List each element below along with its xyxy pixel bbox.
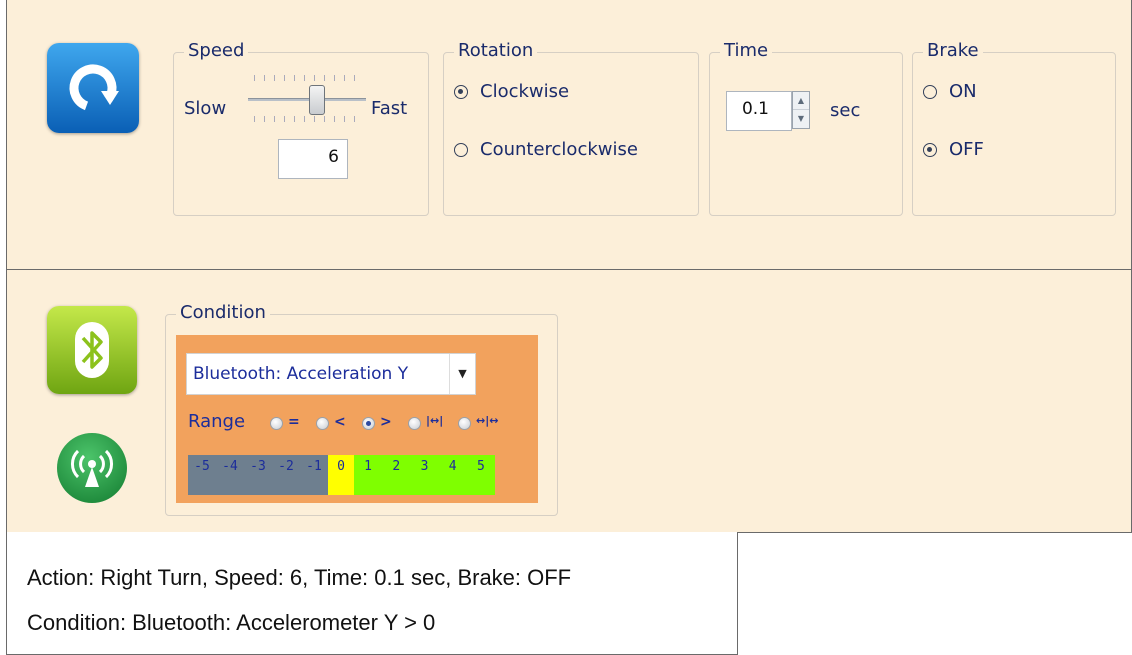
summary-action-line: Action: Right Turn, Speed: 6, Time: 0.1 … xyxy=(27,565,572,590)
range-scale-cell[interactable]: 1 xyxy=(354,455,383,495)
range-greater-radio[interactable] xyxy=(362,417,375,430)
speed-group: Speed Slow Fast 6 xyxy=(173,40,429,216)
speed-value-input[interactable]: 6 xyxy=(278,139,348,179)
range-scale-cell[interactable]: 3 xyxy=(410,455,439,495)
range-equal-label[interactable]: = xyxy=(288,414,300,430)
brake-title: Brake xyxy=(923,40,983,61)
range-inside-label[interactable]: |↔| xyxy=(426,414,443,427)
condition-source-select[interactable]: Bluetooth: Acceleration Y ▼ xyxy=(186,353,476,395)
bluetooth-icon[interactable] xyxy=(47,306,137,394)
range-scale-cell[interactable]: 4 xyxy=(438,455,467,495)
range-scale-cell[interactable]: 2 xyxy=(382,455,411,495)
condition-source-value: Bluetooth: Acceleration Y xyxy=(193,364,409,384)
range-greater-label[interactable]: > xyxy=(380,414,392,430)
range-scale-cell[interactable]: -4 xyxy=(216,455,244,495)
time-group: Time 0.1 ▲ ▼ sec xyxy=(709,40,903,216)
summary-box: Action: Right Turn, Speed: 6, Time: 0.1 … xyxy=(6,532,738,655)
brake-off-radio[interactable] xyxy=(923,143,937,157)
spin-down-icon[interactable]: ▼ xyxy=(793,110,809,128)
rotate-clockwise-icon[interactable] xyxy=(47,43,139,133)
condition-group: Condition Bluetooth: Acceleration Y ▼ Ra… xyxy=(165,302,558,516)
range-outside-radio[interactable] xyxy=(458,417,471,430)
counterclockwise-radio[interactable] xyxy=(454,143,468,157)
rotation-group: Rotation Clockwise Counterclockwise xyxy=(443,40,699,216)
time-value-input[interactable]: 0.1 xyxy=(726,91,792,131)
summary-condition-line: Condition: Bluetooth: Accelerometer Y > … xyxy=(27,610,436,635)
action-panel: Speed Slow Fast 6 Rotation Clockwise Cou… xyxy=(6,0,1132,270)
fast-label: Fast xyxy=(371,98,408,119)
range-scale-cell[interactable]: -2 xyxy=(272,455,300,495)
brake-off-label[interactable]: OFF xyxy=(949,139,984,160)
summary-area: Action: Right Turn, Speed: 6, Time: 0.1 … xyxy=(6,532,1132,655)
time-spinner[interactable]: ▲ ▼ xyxy=(792,91,810,129)
slow-label: Slow xyxy=(184,98,227,119)
range-scale-cell[interactable]: -3 xyxy=(244,455,272,495)
time-unit-label: sec xyxy=(830,100,861,121)
condition-title: Condition xyxy=(176,302,270,323)
range-scale-cell[interactable]: -1 xyxy=(300,455,328,495)
chevron-down-icon[interactable]: ▼ xyxy=(449,354,475,394)
range-less-label[interactable]: < xyxy=(334,414,346,430)
time-title: Time xyxy=(720,40,773,61)
range-outside-label[interactable]: ↔|↔ xyxy=(476,414,498,427)
range-less-radio[interactable] xyxy=(316,417,329,430)
range-label: Range xyxy=(188,411,246,432)
slider-ticks-bottom xyxy=(254,116,364,122)
range-inside-radio[interactable] xyxy=(408,417,421,430)
range-scale-cell[interactable]: 0 xyxy=(328,455,354,495)
range-equal-radio[interactable] xyxy=(270,417,283,430)
spin-up-icon[interactable]: ▲ xyxy=(793,92,809,110)
speed-title: Speed xyxy=(184,40,249,61)
range-scale[interactable]: -5 -4 -3 -2 -1 0 1 2 3 4 5 xyxy=(188,455,495,495)
condition-editor: Bluetooth: Acceleration Y ▼ Range = < > … xyxy=(176,335,538,503)
brake-on-label[interactable]: ON xyxy=(949,81,977,102)
counterclockwise-label[interactable]: Counterclockwise xyxy=(480,139,638,160)
clockwise-label[interactable]: Clockwise xyxy=(480,81,569,102)
range-scale-cell[interactable]: -5 xyxy=(188,455,216,495)
clockwise-radio[interactable] xyxy=(454,85,468,99)
rotation-title: Rotation xyxy=(454,40,538,61)
wireless-signal-icon[interactable] xyxy=(57,433,127,503)
speed-slider-track[interactable] xyxy=(248,98,366,101)
brake-group: Brake ON OFF xyxy=(912,40,1116,216)
speed-slider-thumb[interactable] xyxy=(309,85,326,115)
brake-on-radio[interactable] xyxy=(923,85,937,99)
range-scale-cell[interactable]: 5 xyxy=(466,455,495,495)
slider-ticks-top xyxy=(254,75,364,81)
condition-panel: Condition Bluetooth: Acceleration Y ▼ Ra… xyxy=(6,269,1132,533)
